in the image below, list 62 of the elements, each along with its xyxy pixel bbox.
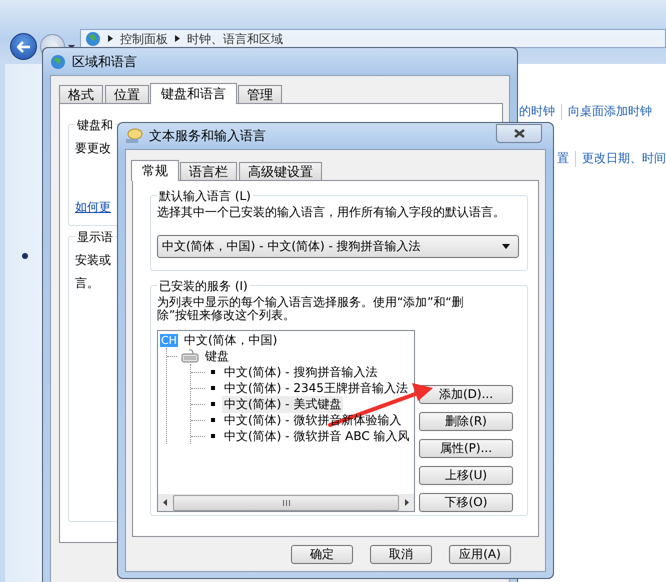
group-title: 已安装的服务 (I) bbox=[157, 278, 250, 295]
breadcrumb-item[interactable]: 时钟、语言和区域 bbox=[187, 32, 283, 46]
link[interactable]: 的时钟 bbox=[519, 103, 555, 120]
chevron-icon bbox=[175, 35, 180, 42]
bullet-icon bbox=[211, 386, 215, 390]
action-button[interactable]: 上移(U) bbox=[419, 466, 513, 485]
action-button[interactable]: 删除(R) bbox=[419, 412, 513, 431]
globe-icon bbox=[50, 54, 66, 70]
tab[interactable]: 常规 bbox=[131, 160, 179, 181]
link[interactable]: 向桌面添加时钟 bbox=[568, 103, 652, 120]
bullet-icon bbox=[211, 418, 215, 422]
scroll-left-icon bbox=[163, 499, 167, 506]
tree-item[interactable]: 中文(简体，中国) bbox=[182, 332, 280, 348]
description-text: 要更改 bbox=[75, 140, 111, 157]
tab[interactable]: 位置 bbox=[105, 85, 149, 103]
tree-item[interactable]: 中文(简体) - 2345王牌拼音输入法 bbox=[222, 380, 410, 396]
description-text: 安装或 bbox=[75, 252, 111, 270]
tab[interactable]: 语言栏 bbox=[180, 162, 237, 180]
dialog-button[interactable]: 确定 bbox=[291, 545, 353, 564]
help-link[interactable]: 如何更 bbox=[75, 199, 111, 216]
language-dropdown[interactable]: 中文(简体，中国) - 中文(简体) - 搜狗拼音输入法 bbox=[157, 235, 519, 258]
chevron-icon bbox=[108, 35, 113, 42]
address-bar[interactable]: 控制面板 时钟、语言和区域 bbox=[80, 29, 666, 48]
breadcrumb-item[interactable]: 控制面板 bbox=[120, 32, 168, 46]
description-text: 言。 bbox=[75, 275, 99, 292]
tree-item[interactable]: 键盘 bbox=[203, 348, 231, 364]
tree-item[interactable]: 中文(简体) - 美式键盘 bbox=[222, 396, 344, 412]
close-button[interactable] bbox=[496, 124, 542, 143]
tab[interactable]: 高级键设置 bbox=[239, 162, 322, 180]
bullet-icon bbox=[211, 370, 215, 374]
back-button[interactable] bbox=[10, 33, 37, 60]
link[interactable]: 更改日期、时间 bbox=[582, 150, 666, 167]
dropdown-arrow-icon bbox=[502, 244, 510, 249]
bullet-icon bbox=[22, 253, 28, 259]
window-title: 区域和语言 bbox=[72, 54, 137, 70]
action-button[interactable]: 下移(O) bbox=[419, 493, 513, 512]
description-text: 选择其中一个已安装的输入语言，用作所有输入字段的默认语言。 bbox=[157, 206, 506, 219]
tab[interactable]: 管理 bbox=[238, 85, 282, 103]
scrollbar-thumb[interactable] bbox=[173, 494, 399, 510]
tab[interactable]: 格式 bbox=[59, 85, 103, 103]
back-arrow-icon bbox=[16, 40, 30, 52]
tree-item[interactable]: 中文(简体) - 微软拼音 ABC 输入风 bbox=[222, 428, 412, 444]
tab[interactable]: 键盘和语言 bbox=[150, 83, 237, 104]
dialog-button[interactable]: 应用(A) bbox=[449, 545, 511, 564]
link[interactable]: 置 bbox=[557, 150, 569, 167]
window-title: 文本服务和输入语言 bbox=[149, 128, 266, 145]
group-title: 默认输入语言 (L) bbox=[157, 188, 253, 205]
bullet-icon bbox=[211, 434, 215, 438]
close-icon bbox=[514, 129, 524, 138]
grip-icon bbox=[282, 500, 290, 506]
dialog-button[interactable]: 取消 bbox=[370, 545, 432, 564]
language-badge: CH bbox=[160, 334, 178, 346]
bullet-icon bbox=[211, 402, 215, 406]
speech-bubble-icon bbox=[125, 128, 143, 144]
globe-icon bbox=[85, 30, 101, 46]
action-button[interactable]: 添加(D)... bbox=[419, 385, 513, 404]
keyboard-icon bbox=[181, 349, 199, 363]
scroll-right-icon bbox=[405, 499, 409, 506]
action-button[interactable]: 属性(P)... bbox=[419, 439, 513, 458]
tree-item[interactable]: 中文(简体) - 搜狗拼音输入法 bbox=[222, 364, 380, 380]
description-text: 为列表中显示的每个输入语言选择服务。使用“添加”和“删除”按钮来修改这个列表。 bbox=[157, 296, 465, 322]
horizontal-scrollbar[interactable] bbox=[158, 494, 414, 511]
